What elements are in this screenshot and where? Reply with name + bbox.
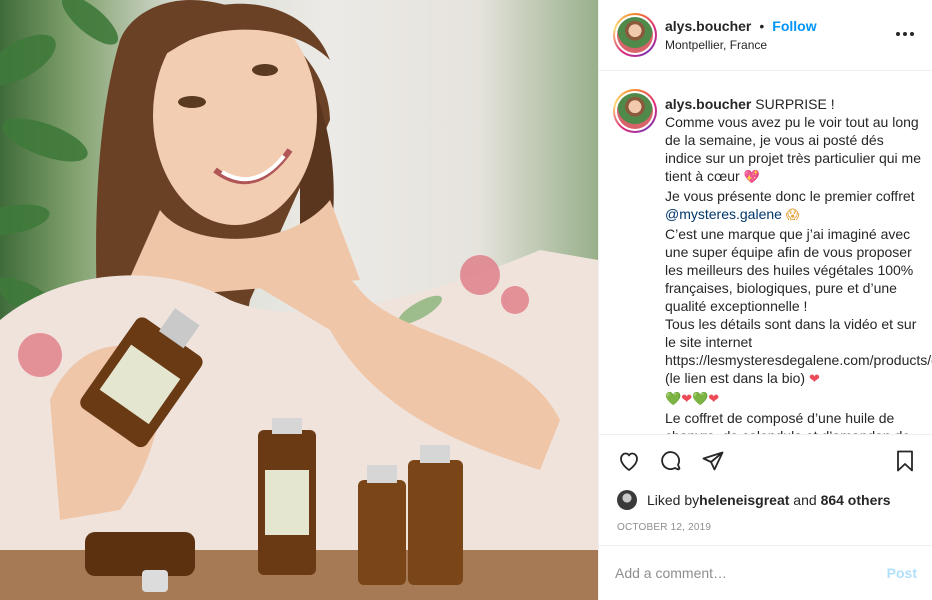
likes-and: and (789, 492, 821, 508)
bookmark-icon[interactable] (893, 449, 917, 473)
post-location[interactable]: Montpellier, France (665, 38, 767, 52)
green-heart-emoji: 💚 (665, 392, 682, 407)
likes-count[interactable]: 864 others (821, 492, 891, 508)
post-photo-illustration (0, 0, 598, 600)
caption-text: Le coffret de composé d’une huile de cha… (665, 410, 910, 434)
liker-avatar[interactable] (617, 490, 637, 510)
follow-button[interactable]: Follow (772, 18, 816, 34)
comment-bubble-icon[interactable] (659, 449, 683, 475)
caption-area[interactable]: alys.boucher SURPRISE ! Comme vous avez … (599, 71, 932, 434)
paper-plane-icon[interactable] (701, 449, 725, 475)
caption-username[interactable]: alys.boucher (665, 96, 751, 112)
caption-text: Tous les détails sont dans la vidéo et s… (665, 316, 932, 386)
liker-username[interactable]: heleneisgreat (699, 492, 789, 508)
caption-text: SURPRISE ! (751, 96, 835, 112)
sparkling-heart-emoji: 💖 (743, 170, 760, 185)
likes-summary: Liked by heleneisgreat and 864 others (617, 490, 891, 510)
likes-prefix: Liked by (647, 492, 700, 508)
mention-link[interactable]: @mysteres.galene (665, 206, 782, 222)
red-heart-emoji: ❤ (681, 392, 693, 407)
red-heart-emoji: ❤ (708, 392, 720, 407)
post-date[interactable]: OCTOBER 12, 2019 (617, 522, 711, 533)
post-side-panel: alys.boucher • Follow Montpellier, Franc… (598, 0, 932, 600)
scream-emoji: 😱 (785, 208, 800, 223)
heart-outline-icon[interactable] (617, 449, 641, 475)
caption-text: C’est une marque que j’ai imaginé avec u… (665, 226, 914, 314)
red-heart-emoji: ❤ (808, 372, 820, 387)
caption-text: Comme vous avez pu le voir tout au long … (665, 114, 922, 184)
post-header: alys.boucher • Follow Montpellier, Franc… (599, 0, 932, 71)
more-options-icon[interactable] (896, 24, 914, 44)
post-actions: Liked by heleneisgreat and 864 others OC… (599, 434, 932, 554)
separator-dot: • (759, 18, 765, 34)
author-username[interactable]: alys.boucher (665, 18, 751, 34)
post-comment-button[interactable]: Post (887, 565, 917, 581)
caption-text: Je vous présente donc le premier coffret (665, 188, 915, 204)
green-heart-emoji: 💚 (692, 392, 709, 407)
post-photo[interactable] (0, 0, 598, 600)
add-comment-bar: Post (599, 545, 932, 600)
caption-avatar[interactable] (613, 89, 657, 133)
post-caption: alys.boucher SURPRISE ! Comme vous avez … (665, 95, 932, 434)
author-avatar[interactable] (613, 13, 657, 57)
comment-input[interactable] (615, 565, 887, 581)
